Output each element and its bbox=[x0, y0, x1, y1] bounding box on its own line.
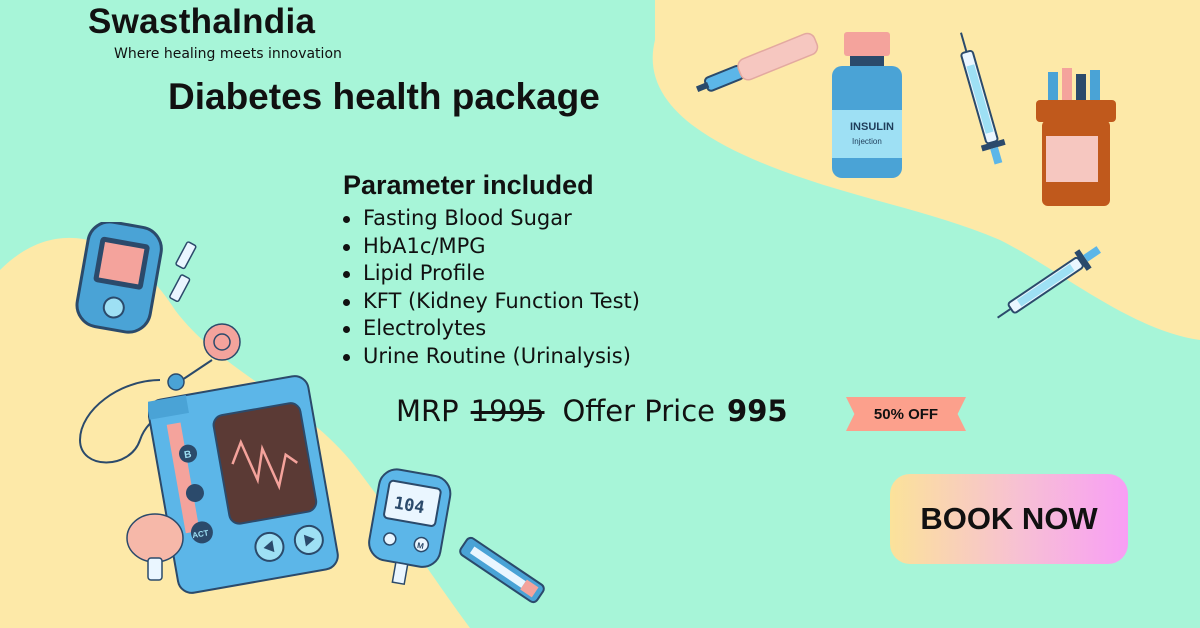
glucometer-icon bbox=[75, 222, 163, 334]
pill-bottle-icon bbox=[1036, 68, 1116, 206]
test-strips-icon bbox=[169, 241, 197, 303]
list-item: KFT (Kidney Function Test) bbox=[343, 288, 640, 316]
sensor-pad-icon bbox=[126, 513, 184, 581]
package-title: Diabetes health package bbox=[168, 76, 600, 117]
discount-badge: 50% OFF bbox=[846, 397, 966, 431]
insulin-label: INSULIN bbox=[850, 121, 894, 133]
brand-tagline: Where healing meets innovation bbox=[114, 46, 342, 62]
mrp-label: MRP bbox=[396, 394, 459, 428]
list-item: HbA1c/MPG bbox=[343, 233, 640, 261]
brand-block: SwasthaIndia Where healing meets innovat… bbox=[88, 2, 342, 62]
book-now-button[interactable]: BOOK NOW bbox=[890, 474, 1128, 564]
pricing-line: MRP 1995 Offer Price 995 bbox=[396, 394, 788, 428]
list-item: Lipid Profile bbox=[343, 260, 640, 288]
injection-label: Injection bbox=[852, 137, 882, 146]
insulin-bottle-icon: INSULIN Injection bbox=[832, 32, 902, 178]
lancet-icon bbox=[459, 536, 545, 604]
offer-label: Offer Price bbox=[562, 394, 716, 428]
syringe-diagonal-icon bbox=[997, 246, 1101, 319]
mrp-value: 1995 bbox=[470, 394, 545, 428]
insulin-pen-icon bbox=[695, 32, 819, 93]
syringe-icon bbox=[960, 32, 1006, 165]
brand-logo-text: SwasthaIndia bbox=[88, 2, 316, 41]
list-item: Urine Routine (Urinalysis) bbox=[343, 343, 640, 371]
list-item: Electrolytes bbox=[343, 315, 640, 343]
list-item: Fasting Blood Sugar bbox=[343, 205, 640, 233]
offer-value: 995 bbox=[727, 394, 788, 428]
parameters-list: Fasting Blood Sugar HbA1c/MPG Lipid Prof… bbox=[343, 205, 640, 370]
parameters-section: Parameter included Fasting Blood Sugar H… bbox=[343, 170, 640, 370]
glucometer-reading-icon: 104 M bbox=[368, 468, 452, 586]
parameters-heading: Parameter included bbox=[343, 170, 594, 200]
